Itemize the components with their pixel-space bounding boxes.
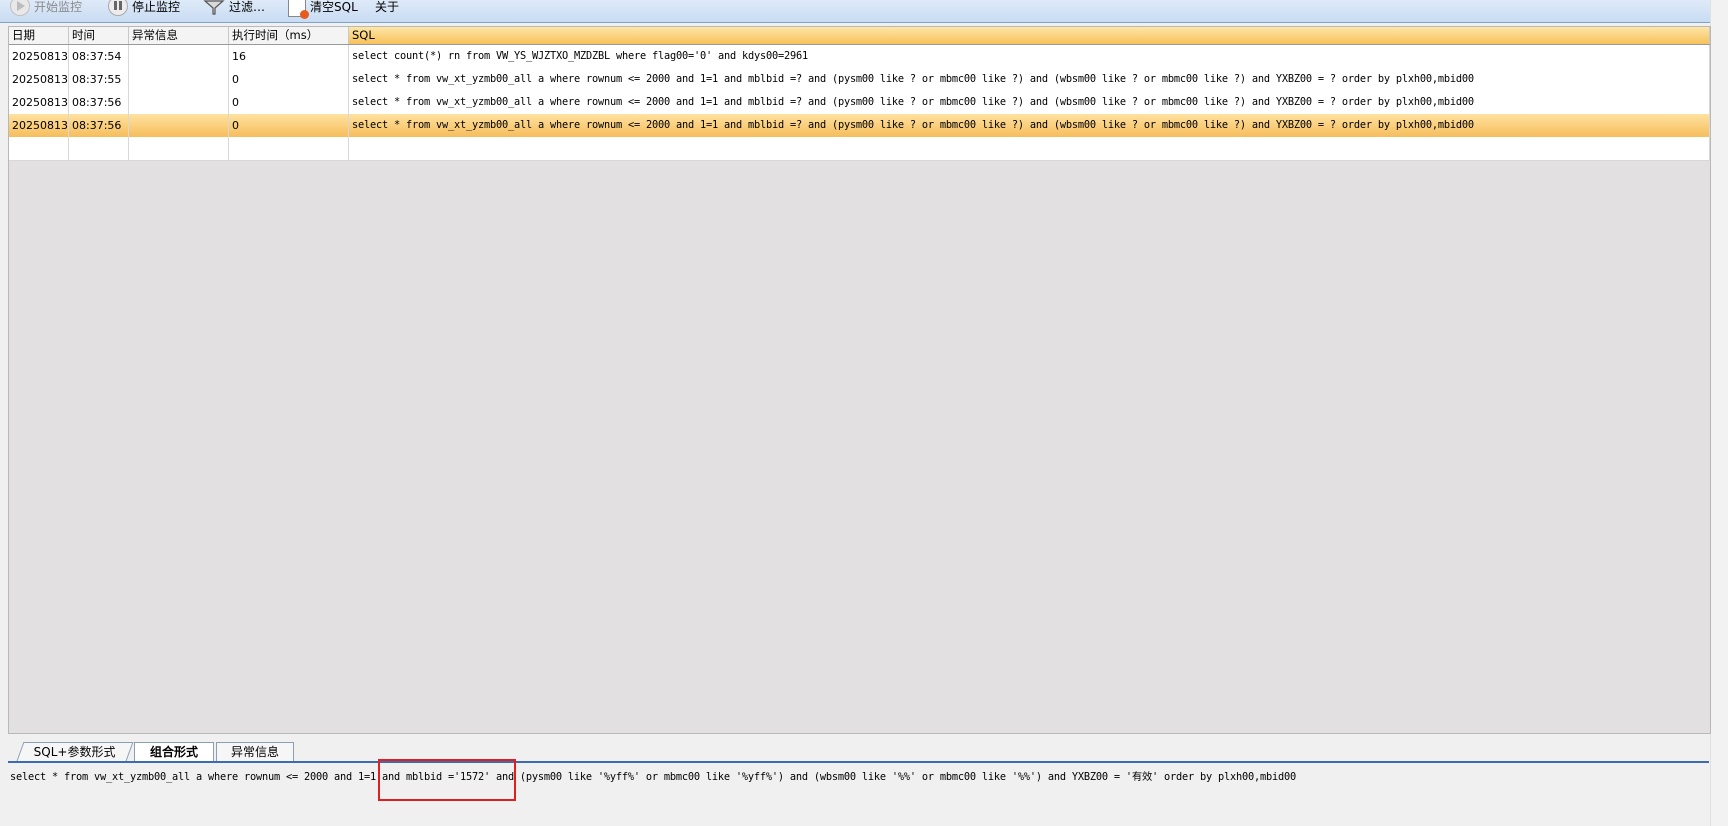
- cell-time: 08:37:54: [69, 45, 129, 68]
- tab-sql-params[interactable]: SQL+参数形式: [16, 742, 134, 761]
- cell-error: [129, 45, 229, 68]
- combined-sql-textarea[interactable]: select * from vw_xt_yzmb00_all a where r…: [8, 764, 1709, 826]
- pause-icon: [108, 0, 128, 16]
- table-row[interactable]: 20250813 08:37:56 0 select * from vw_xt_…: [9, 91, 1710, 115]
- tab-combined[interactable]: 组合形式: [134, 742, 214, 761]
- cell-sql: select * from vw_xt_yzmb00_all a where r…: [349, 91, 1710, 114]
- cell-time: 08:37:55: [69, 68, 129, 91]
- cell-exec-time: 16: [229, 45, 349, 68]
- cell-date: 20250813: [9, 114, 69, 137]
- about-label: 关于: [375, 0, 400, 14]
- cell-exec-time: 0: [229, 91, 349, 114]
- column-header-exec-time[interactable]: 执行时间（ms）: [229, 27, 349, 44]
- new-row-placeholder[interactable]: [9, 137, 1710, 161]
- stop-monitor-button[interactable]: 停止监控: [108, 0, 180, 20]
- cell-error: [129, 68, 229, 91]
- table-row-selected[interactable]: 20250813 08:37:56 0 select * from vw_xt_…: [9, 114, 1710, 138]
- cell-error: [129, 91, 229, 114]
- highlight-annotation-box: [378, 759, 516, 801]
- combined-sql-text: select * from vw_xt_yzmb00_all a where r…: [10, 771, 1297, 783]
- start-monitor-button[interactable]: 开始监控: [10, 0, 82, 20]
- clear-sql-button[interactable]: 清空SQL: [288, 0, 358, 20]
- cell-exec-time: 0: [229, 68, 349, 91]
- tab-sql-params-label: SQL+参数形式: [33, 745, 116, 759]
- cell-exec-time: 0: [229, 114, 349, 137]
- about-button[interactable]: 关于: [375, 0, 399, 20]
- filter-label: 过滤…: [229, 0, 266, 14]
- table-row[interactable]: 20250813 08:37:55 0 select * from vw_xt_…: [9, 68, 1710, 92]
- cell-time: 08:37:56: [69, 91, 129, 114]
- cell-sql: select * from vw_xt_yzmb00_all a where r…: [349, 68, 1710, 91]
- cell-sql: select count(*) rn from VW_YS_WJZTXO_MZD…: [349, 45, 1710, 68]
- cell-date: 20250813: [9, 91, 69, 114]
- cell-sql: select * from vw_xt_yzmb00_all a where r…: [349, 114, 1710, 137]
- toolbar: 开始监控 停止监控 过滤… 清空SQL 关于: [0, 0, 1710, 23]
- table-row[interactable]: 20250813 08:37:54 16 select count(*) rn …: [9, 45, 1710, 69]
- filter-button[interactable]: 过滤…: [203, 0, 265, 20]
- play-icon: [10, 0, 30, 16]
- clear-sql-label: 清空SQL: [310, 0, 358, 14]
- cell-date: 20250813: [9, 45, 69, 68]
- column-header-error[interactable]: 异常信息: [129, 27, 229, 44]
- cell-time: 08:37:56: [69, 114, 129, 137]
- sql-log-grid[interactable]: 日期 时间 异常信息 执行时间（ms） SQL 20250813 08:37:5…: [8, 26, 1711, 734]
- grid-header: 日期 时间 异常信息 执行时间（ms） SQL: [9, 27, 1710, 45]
- column-header-sql[interactable]: SQL: [349, 27, 1710, 44]
- detail-tab-bar: SQL+参数形式 组合形式 异常信息: [8, 739, 1709, 763]
- cell-date: 20250813: [9, 68, 69, 91]
- column-header-date[interactable]: 日期: [9, 27, 69, 44]
- stop-monitor-label: 停止监控: [132, 0, 181, 14]
- cell-error: [129, 114, 229, 137]
- start-monitor-label: 开始监控: [34, 0, 83, 14]
- calendar-clear-icon: [288, 0, 309, 19]
- window-edge-scrollbar: [1710, 0, 1728, 826]
- tab-error-info[interactable]: 异常信息: [216, 742, 294, 761]
- filter-icon: [203, 0, 225, 15]
- column-header-time[interactable]: 时间: [69, 27, 129, 44]
